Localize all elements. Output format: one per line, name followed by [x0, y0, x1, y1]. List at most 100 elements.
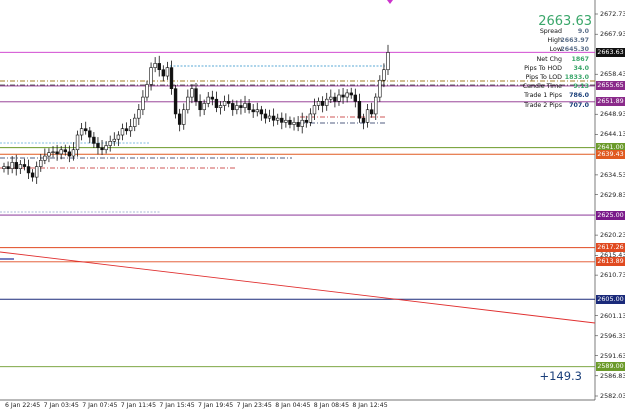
price-tick-label: 2672.73 [600, 10, 625, 18]
price-tick-label: 2620.23 [600, 231, 625, 240]
candle-body [141, 96, 145, 111]
candle-body [378, 79, 382, 98]
candle-body [137, 109, 141, 119]
time-tick-label: 7 Jan 07:45 [82, 402, 118, 409]
candle-body [104, 145, 108, 151]
price-level-badge: 2589.00 [596, 362, 625, 372]
candle-body [133, 117, 137, 127]
candle-body [165, 67, 170, 77]
candle-body [116, 134, 121, 140]
price-level-badge: 2651.89 [596, 97, 625, 107]
candle-body [202, 103, 206, 111]
candle-body [14, 162, 18, 169]
time-tick-label: 8 Jan 12:45 [352, 402, 388, 409]
candle-body [84, 128, 88, 132]
candle-body [6, 166, 10, 169]
candle-body [79, 128, 84, 136]
current-price-readout: 2663.63 [538, 14, 592, 29]
candle-body [186, 96, 190, 111]
candle-body [47, 152, 51, 157]
candle-body [222, 101, 227, 106]
candle-body [51, 151, 55, 153]
price-level-badge: 2617.26 [596, 243, 625, 253]
candle-body [71, 149, 76, 157]
price-tick-label: 2667.93 [600, 30, 625, 39]
candle-body [88, 130, 92, 138]
candle-body [145, 84, 149, 98]
candle-body [182, 109, 186, 125]
time-tick-label: 6 Jan 22:45 [5, 402, 41, 409]
time-tick-label: 7 Jan 11:45 [120, 402, 157, 409]
candle-body [296, 122, 300, 127]
candle-body [231, 103, 235, 111]
candle-body [235, 105, 239, 111]
time-tick-label: 7 Jan 19:45 [198, 402, 234, 409]
price-tick-label: 2629.83 [600, 190, 625, 199]
time-tick-label: 7 Jan 23:45 [236, 402, 272, 409]
chart-area[interactable]: 2672.73 2667.93 2658.43 2648.93 2644.13 2634.… [0, 0, 625, 411]
price-level-badge: 2613.89 [596, 257, 625, 267]
price-level-badge: 2663.63 [596, 47, 625, 57]
candle-body [312, 105, 317, 115]
candle-body [255, 109, 259, 113]
candle-body [267, 115, 272, 119]
price-level-badge: 2605.00 [596, 294, 625, 304]
candle-body [100, 147, 104, 151]
candle-body [149, 67, 153, 85]
candle-body [128, 126, 133, 132]
candle-body [374, 96, 378, 115]
candle-body [304, 119, 308, 123]
candle-body [214, 98, 219, 108]
time-tick-label: 8 Jan 04:45 [275, 402, 311, 409]
candle-body [243, 103, 247, 108]
plot-background [0, 0, 595, 400]
candle-body [22, 164, 27, 167]
candle-body [26, 166, 31, 174]
candle-body [194, 88, 198, 102]
candle-body [173, 88, 178, 115]
candle-body [34, 166, 39, 178]
candle-body [280, 117, 284, 123]
candle-body [218, 105, 223, 108]
candle-body [349, 92, 353, 96]
candle-body [43, 155, 47, 161]
price-tick-label: 2601.13 [600, 311, 625, 320]
candle-body [120, 128, 125, 136]
price-level-badge: 2625.00 [596, 210, 625, 220]
candle-body [67, 151, 72, 157]
candle-body [210, 96, 215, 100]
candle-body [345, 92, 349, 98]
candle-body [271, 115, 276, 121]
candle-body [341, 94, 345, 98]
candle-body [153, 63, 157, 68]
candle-body [124, 128, 129, 132]
candle-body [75, 134, 80, 151]
candle-body [239, 105, 243, 108]
candle-body [259, 109, 264, 115]
price-chart[interactable] [0, 0, 625, 411]
candle-body [325, 98, 329, 106]
candle-body [55, 151, 59, 155]
candle-body [198, 101, 202, 111]
candle-body [39, 159, 43, 167]
candle-body [276, 117, 280, 121]
candle-body [206, 96, 210, 104]
candle-body [247, 103, 251, 111]
candle-body [329, 96, 333, 100]
candle-body [92, 136, 96, 144]
price-tick-label: 2596.33 [600, 331, 625, 340]
price-tick-label: 2658.43 [600, 70, 625, 79]
candle-body [251, 109, 255, 113]
candle-body [288, 119, 292, 125]
candle-body [382, 69, 386, 81]
candle-body [112, 138, 116, 142]
candle-body [157, 63, 161, 71]
candle-body [59, 149, 63, 155]
candle-body [2, 166, 6, 169]
candle-body [357, 101, 362, 119]
price-tick-label: 2644.13 [600, 130, 625, 139]
candle-body [169, 67, 174, 89]
candle-body [161, 69, 166, 77]
price-tick-label: 2586.83 [600, 371, 625, 380]
candle-body [369, 109, 374, 115]
